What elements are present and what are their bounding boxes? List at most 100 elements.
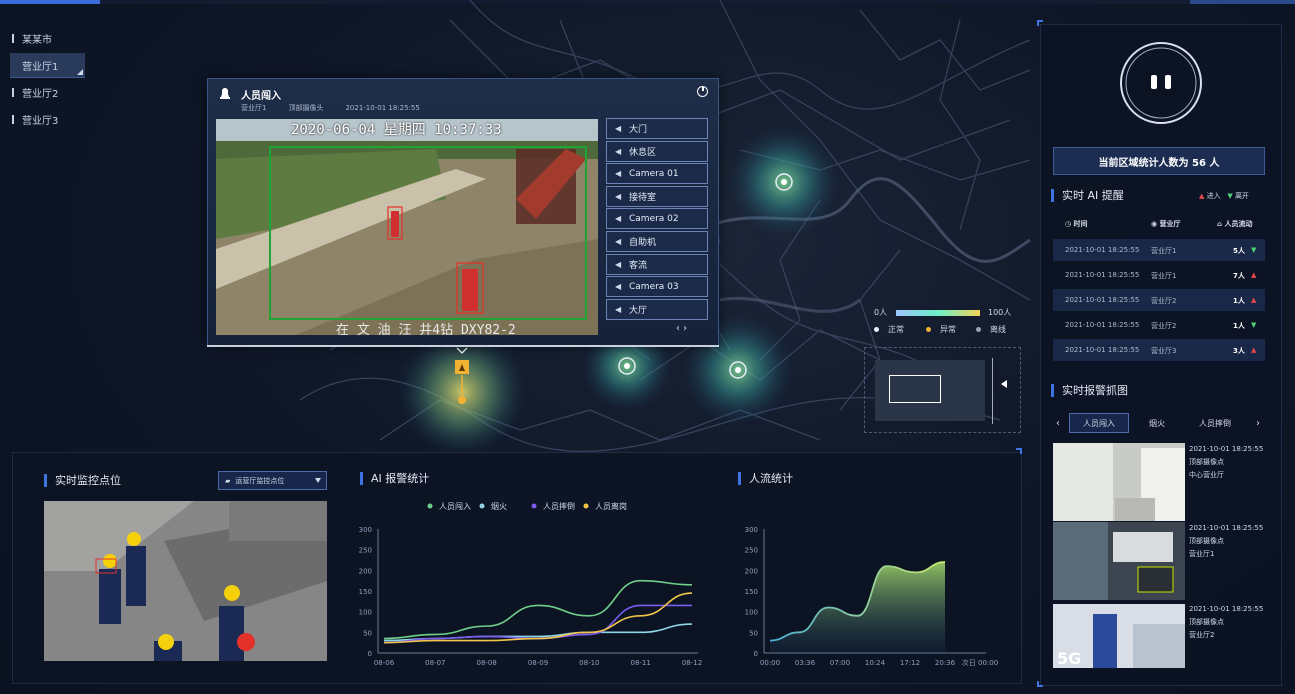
camera-video[interactable]: 2020-06-04 星期四 10:37:33 在 文 油 汪 井4钻 DXY8… [216, 119, 598, 335]
panel-corner [1016, 448, 1022, 454]
popup-time: 2021-10-01 18:25:55 [345, 104, 420, 112]
series-line [383, 579, 693, 640]
river-branch [719, 296, 861, 313]
speaker-icon: ◀ [615, 124, 622, 133]
row-hall: 营业厅3 [1151, 347, 1177, 355]
x-tick-label: 17:12 [900, 659, 920, 667]
legend-min: 0人 [874, 308, 888, 317]
camera-item[interactable]: ◀ 客流 [606, 253, 708, 275]
table-row[interactable]: 2021-10-01 18:25:55 营业厅2 1人 ▲ [1053, 289, 1265, 311]
y-tick-label: 100 [745, 609, 758, 617]
tabs-prev-icon[interactable]: ‹ [1053, 413, 1063, 433]
snapshot-time: 2021-10-01 18:25:55 [1189, 605, 1264, 613]
x-tick-label: 08-12 [682, 659, 702, 667]
camera-item[interactable]: ◀ Camera 02 [606, 208, 708, 230]
snapshot-image[interactable] [1053, 522, 1185, 600]
table-row[interactable]: 2021-10-01 18:25:55 营业厅1 7人 ▲ [1053, 264, 1265, 286]
y-tick-label: 50 [749, 629, 758, 637]
status-label: 异常 [940, 325, 956, 334]
popup-camera: 顶部摄像头 [288, 104, 324, 112]
snapshot-image[interactable]: 5G [1053, 604, 1185, 668]
camera-pager[interactable]: ‹ › [676, 323, 687, 334]
x-tick-label: 08-11 [630, 659, 650, 667]
monitor-select[interactable]: ▰ 运营厅监控点位 [218, 471, 327, 490]
y-tick-label: 300 [359, 526, 372, 534]
legend-dot [531, 503, 537, 509]
snapshot-time: 2021-10-01 18:25:55 [1189, 524, 1264, 532]
city-item[interactable]: 营业厅2 [10, 80, 85, 105]
chart-toggle-icon[interactable] [697, 86, 708, 97]
table-row[interactable]: 2021-10-01 18:25:55 营业厅1 5人 ▼ [1053, 239, 1265, 261]
heat-legend: 0人 100人 正常 异常 离线 [866, 304, 1020, 342]
alarm-snapshot-title: 实时报警抓图 [1051, 384, 1128, 397]
svg-text:5G: 5G [1057, 649, 1081, 668]
row-hall: 营业厅1 [1151, 272, 1177, 280]
y-tick-label: 250 [359, 547, 372, 555]
alarm-icon [218, 86, 232, 100]
speaker-icon: ◀ [615, 282, 622, 292]
speaker-icon: ◀ [615, 146, 622, 156]
video-timestamp: 2020-06-04 星期四 10:37:33 [291, 122, 502, 138]
camera-item[interactable]: ◀ 接待室 [606, 185, 708, 207]
row-hall: 营业厅1 [1151, 247, 1177, 255]
row-count: 1人 [1233, 297, 1245, 305]
row-count: 7人 [1233, 272, 1245, 280]
status-normal: 正常 [874, 324, 904, 335]
panel-corner [1037, 20, 1043, 26]
area-fill [770, 562, 945, 653]
legend-label: 人员闯入 [439, 501, 471, 511]
monitor-video[interactable] [44, 501, 327, 661]
y-tick-label: 150 [359, 588, 372, 596]
legend-in-label: 进入 [1206, 192, 1221, 200]
table-row[interactable]: 2021-10-01 18:25:55 营业厅3 3人 ▲ [1053, 339, 1265, 361]
header-label: 营业厅 [1159, 220, 1181, 228]
x-tick-label: 03:36 [795, 659, 816, 667]
table-row[interactable]: 2021-10-01 18:25:55 营业厅2 1人 ▼ [1053, 314, 1265, 336]
camera-item[interactable]: ◀ Camera 03 [606, 276, 708, 298]
zoom-ruler[interactable] [992, 358, 998, 424]
speaker-icon: ◀ [615, 236, 622, 246]
city-item[interactable]: 营业厅3 [10, 107, 85, 132]
tab-fire[interactable]: 烟火 [1135, 413, 1179, 433]
y-tick-label: 0 [368, 650, 372, 658]
x-tick-label: 08-09 [528, 659, 548, 667]
camera-item[interactable]: ◀ 休息区 [606, 140, 708, 162]
minimap[interactable] [864, 347, 1021, 433]
y-tick-label: 150 [745, 588, 758, 596]
legend-out-label: 离开 [1234, 192, 1249, 200]
city-item-active[interactable]: 营业厅1 [10, 53, 85, 78]
col-hall: ◉ 营业厅 [1151, 220, 1181, 228]
city-item[interactable]: 某某市 [10, 26, 85, 51]
popup-divider [207, 345, 719, 347]
zoom-pointer-icon[interactable] [1001, 380, 1007, 388]
camera-item[interactable]: ◀ Camera 01 [606, 163, 708, 185]
video-caption: 在 文 油 汪 井4钻 DXY82-2 [336, 323, 516, 335]
camera-item[interactable]: ◀ 自助机 [606, 230, 708, 252]
camera-item-label: 自助机 [629, 237, 657, 248]
snapshot-hall: 营业厅2 [1189, 631, 1215, 639]
tab-intrusion[interactable]: 人员闯入 [1069, 413, 1129, 433]
tabs-next-icon[interactable]: › [1253, 413, 1263, 433]
x-tick-label: 07:00 [830, 659, 850, 667]
snapshot-tabs: ‹ 人员闯入 烟火 人员摔倒 › [1053, 413, 1271, 435]
row-time: 2021-10-01 18:25:55 [1065, 271, 1140, 279]
y-tick-label: 250 [745, 547, 758, 555]
speaker-icon: ◀ [615, 169, 622, 179]
right-panel: 当前区域统计人数为 56 人 实时 AI 提醒 ▲ 进入 ▼ 离开 ◷ 时间 ◉… [1040, 24, 1282, 686]
legend-gradient [896, 310, 980, 316]
status-abnormal: 异常 [926, 324, 956, 335]
snapshot-camera: 顶部摄像点 [1189, 537, 1224, 545]
legend-dot [427, 503, 433, 509]
camera-item[interactable]: ◀ 大厅 [606, 298, 708, 320]
city-label: 营业厅1 [22, 61, 59, 73]
row-time: 2021-10-01 18:25:55 [1065, 321, 1140, 329]
snapshot-info: 2021-10-01 18:25:55 顶部摄像点 营业厅1 [1189, 522, 1263, 561]
row-time: 2021-10-01 18:25:55 [1065, 296, 1140, 304]
camera-item[interactable]: ◀ 大门 [606, 118, 708, 139]
row-count: 1人 [1233, 322, 1245, 330]
legend-dot [479, 503, 485, 509]
minimap-viewport[interactable] [889, 375, 941, 403]
snapshot-image[interactable] [1053, 443, 1185, 521]
speaker-icon: ◀ [615, 214, 622, 224]
tab-fall[interactable]: 人员摔倒 [1185, 413, 1245, 433]
